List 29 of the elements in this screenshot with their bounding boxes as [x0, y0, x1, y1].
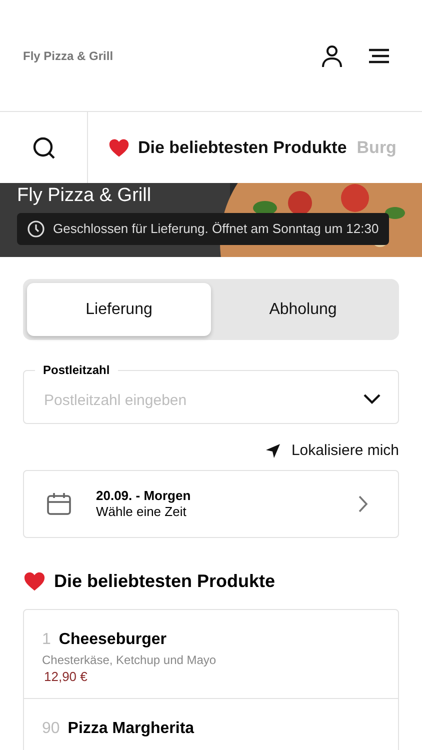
product-name: Pizza Margherita [68, 718, 194, 738]
product-name: Cheeseburger [58, 630, 166, 650]
product-number: 90 [42, 718, 60, 738]
delivery-date: 20.09. - Morgen [96, 488, 192, 504]
calendar-icon [46, 492, 72, 516]
product-item[interactable]: 90 Pizza Margherita [24, 698, 398, 750]
search-icon[interactable] [32, 136, 56, 160]
product-number: 1 [42, 630, 51, 650]
category-tab[interactable]: Die beliebtesten Produkte [108, 134, 347, 160]
locate-link[interactable]: Lokalisiere mich [265, 440, 399, 462]
heart-icon [23, 570, 46, 592]
product-item[interactable]: 1 Cheeseburger Chesterkäse, Ketchup und Mayo 12,90 € [24, 610, 398, 698]
time-picker[interactable]: 20.09. - Morgen Wähle eine Zeit [23, 470, 399, 538]
location-arrow-icon [265, 443, 282, 460]
user-icon[interactable] [320, 44, 344, 68]
status-text: Geschlossen für Lieferung. Öffnet am Sonntag um 12:30 [53, 220, 379, 238]
product-price: 12,90 € [44, 668, 88, 686]
heart-icon [108, 136, 130, 158]
menu-icon[interactable] [368, 48, 390, 64]
product-description: Chesterkäse, Ketchup und Mayo [42, 652, 218, 668]
time-hint: Wähle eine Zeit [96, 504, 188, 520]
chevron-down-icon [363, 393, 381, 405]
mode-tab[interactable]: Lieferung [27, 283, 211, 336]
section-title: Die beliebtesten Produkte [54, 570, 276, 592]
mode-tab[interactable]: Abholung [211, 283, 395, 336]
restaurant-name: Fly Pizza & Grill [23, 48, 114, 64]
clock-icon [27, 220, 45, 238]
hero-title: Fly Pizza & Grill [17, 185, 152, 207]
chevron-right-icon [358, 494, 368, 512]
